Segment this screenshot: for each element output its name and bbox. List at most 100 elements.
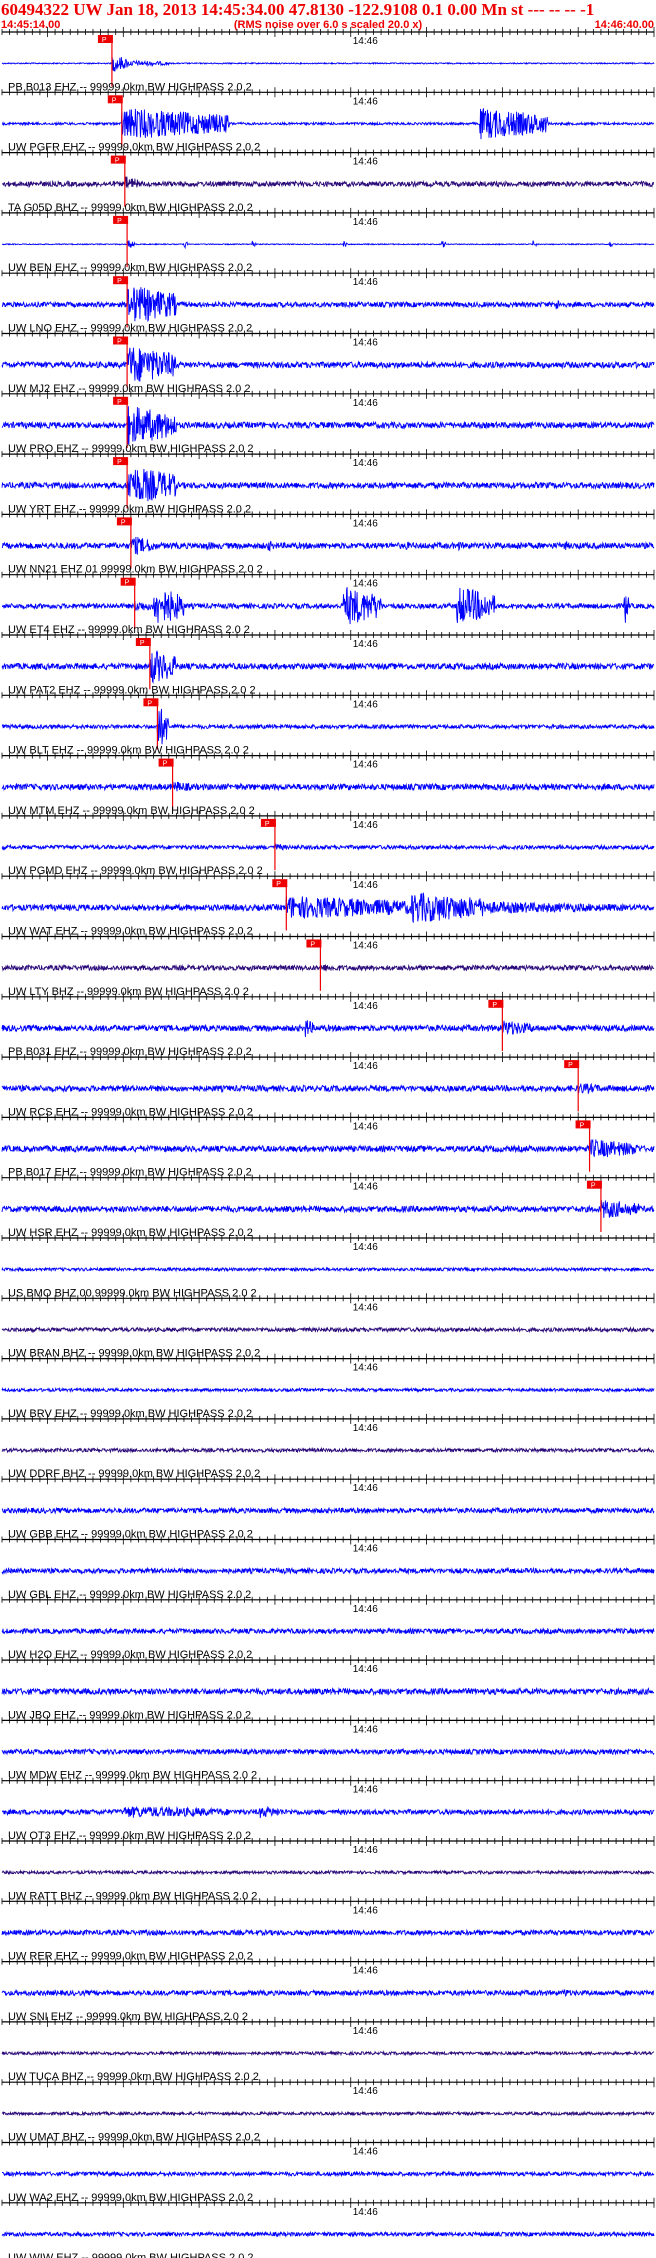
trace-row: 14:46UW WIW EHZ -- 99999.0km BW HIGHPASS… (8, 2252, 254, 2258)
pick-label: P (117, 339, 122, 346)
station-label: UW H2O EHZ -- 99999.0km BW HIGHPASS 2.0 … (8, 1649, 252, 1661)
station-label: UW BEN EHZ -- 99999.0km BW HIGHPASS 2.0 … (8, 262, 252, 274)
minute-label: 14:46 (353, 2086, 378, 2097)
minute-label: 14:46 (353, 1121, 378, 1132)
minute-label: 14:46 (353, 217, 378, 228)
minute-label: 14:46 (353, 820, 378, 831)
pick-label: P (147, 700, 152, 707)
pick-label: P (492, 1002, 497, 1009)
waveform (1, 1566, 655, 1576)
minute-label: 14:46 (353, 157, 378, 168)
trace-row: 14:46 UW RCS EHZ -- 99999.0km BW HIGHPASS… (1, 1106, 655, 1172)
waveform (1, 1386, 655, 1394)
trace-row: 14:46 UW WA2 EHZ -- 99999.0km BW HIGHPASS… (1, 2192, 655, 2238)
minute-label: 14:46 (353, 277, 378, 288)
waveform (1, 468, 655, 502)
pick-label: P (117, 459, 122, 466)
trace-row: 14:46 UW HSR EHZ -- 99999.0km BW HIGHPASS… (1, 1227, 655, 1273)
minute-label: 14:46 (353, 1544, 378, 1555)
waveform (1, 1686, 654, 1697)
minute-label: 14:46 (353, 1604, 378, 1615)
minute-label: 14:46 (353, 338, 378, 349)
pick-label: P (125, 580, 130, 587)
waveform (1, 1627, 655, 1636)
station-label: UW LTY BHZ -- 99999.0km BW HIGHPASS 2.0 … (8, 986, 249, 998)
minute-label: 14:46 (353, 941, 378, 952)
minute-label: 14:46 (353, 1363, 378, 1374)
trace-row: 14:46 UW OT3 EHZ -- 99999.0km BW HIGHPASS… (1, 1830, 655, 1876)
station-label: UW BRAN BHZ -- 99999.0km BW HIGHPASS 2.0… (8, 1348, 260, 1360)
pick-label: P (117, 278, 122, 285)
station-label: UW RATT BHZ -- 99999.0km BW HIGHPASS 2.0… (8, 1890, 257, 1902)
trace-row: 14:46 UW LTY BHZ -- 99999.0km BW HIGHPASS… (1, 986, 655, 1052)
station-label: UW DDRF BHZ -- 99999.0km BW HIGHPASS 2.0… (8, 1468, 260, 1480)
waveform (1, 536, 655, 556)
waveform (1, 587, 655, 625)
waveform (1, 176, 655, 189)
minute-label: 14:46 (353, 1001, 378, 1012)
station-label: UW PGFR EHZ -- 99999.0km BW HIGHPASS 2.0… (8, 142, 260, 154)
minute-label: 14:46 (353, 1483, 378, 1494)
waveform (1, 708, 655, 745)
waveform (1, 1506, 655, 1515)
waveform (1, 781, 655, 792)
station-label: UW RER EHZ -- 99999.0km BW HIGHPASS 2.0 … (8, 1951, 253, 1963)
station-label: UW MJ2 EHZ -- 99999.0km BW HIGHPASS 2.0 … (8, 383, 250, 395)
pick-label: P (121, 519, 126, 526)
waveform (1, 1446, 655, 1454)
waveform (1, 1869, 655, 1876)
station-label: UW MDW EHZ -- 99999.0km BW HIGHPASS 2.0 … (8, 1770, 257, 1782)
trace-row: 14:46 P (1, 27, 655, 87)
trace-row: 14:46 UW RATT BHZ -- 99999.0km BW HIGHPAS… (1, 1890, 655, 1937)
station-label: PB B017 EHZ -- 99999.0km BW HIGHPASS 2.0… (8, 1167, 252, 1179)
waveform (1, 843, 655, 851)
trace-row: 14:46 UW LNO EHZ -- 99999.0km BW HIGHPASS… (1, 323, 655, 388)
trace-row: 14:46 UW ET4 EHZ -- 99999.0km BW HIGHPASS… (1, 624, 655, 690)
minute-label: 14:46 (353, 1242, 378, 1253)
pick-label: P (117, 399, 122, 406)
waveform (1, 1988, 655, 1998)
trace-row: 14:46 TA G05D BHZ -- 99999.0km BW HIGHPAS… (1, 202, 655, 268)
minute-label: 14:46 (353, 1724, 378, 1735)
minute-label: 14:46 (353, 760, 378, 771)
pick-label: P (102, 37, 107, 44)
station-label: UW PRO EHZ -- 99999.0km BW HIGHPASS 2.0 … (8, 443, 254, 455)
minute-label: 14:46 (353, 1966, 378, 1977)
trace-row: 14:46 UW BRAN BHZ -- 99999.0km BW HIGHPAS… (1, 1348, 655, 1394)
trace-row: 14:46 UW WAT EHZ -- 99999.0km BW HIGHPASS… (1, 926, 655, 991)
trace-row: 14:46 UW BRV EHZ -- 99999.0km BW HIGHPASS… (1, 1408, 655, 1454)
waveform (1, 2050, 655, 2057)
waveform (1, 108, 655, 140)
pick-label: P (591, 1183, 596, 1190)
trace-row: 14:46 UW BEN EHZ -- 99999.0km BW HIGHPASS… (1, 262, 655, 328)
waveform (1, 1082, 655, 1095)
waveform (2, 2170, 655, 2178)
minute-label: 14:46 (353, 2147, 378, 2158)
waveform (1, 1325, 655, 1334)
station-label: UW NN21 EHZ 01 99999.0km BW HIGHPASS 2.0… (8, 564, 263, 576)
waveform (1, 650, 655, 685)
trace-row: 14:46 PB B013 EHZ -- 99999.0km BW HIGHPAS… (1, 81, 655, 147)
waveform (1, 57, 655, 72)
waveform (1, 240, 655, 250)
minute-label: 14:46 (353, 1302, 378, 1313)
waveform (1, 2230, 655, 2238)
trace-row: 14:46 UW JBO EHZ -- 99999.0km BW HIGHPASS… (1, 1709, 655, 1756)
station-label: UW BLT EHZ -- 99999.0km BW HIGHPASS 2.0 … (8, 745, 249, 757)
station-label: US BMO BHZ 00 99999.0km BW HIGHPASS 2.0 … (8, 1287, 257, 1299)
station-label: UW BRV EHZ -- 99999.0km BW HIGHPASS 2.0 … (8, 1408, 252, 1420)
trace-row: 14:46 UW PGFR EHZ -- 99999.0km BW HIGHPAS… (1, 142, 655, 207)
minute-label: 14:46 (353, 699, 378, 710)
minute-label: 14:46 (353, 96, 378, 107)
trace-row: 14:46 UW RER EHZ -- 99999.0km BW HIGHPASS… (1, 1951, 655, 1998)
minute-label: 14:46 (353, 518, 378, 529)
minute-label: 14:46 (353, 2026, 378, 2037)
trace-row: 14:46 UW MTM EHZ -- 99999.0km BW HIGHPASS… (1, 805, 655, 871)
station-label: UW GBB EHZ -- 99999.0km BW HIGHPASS 2.0 … (8, 1529, 253, 1541)
minute-label: 14:46 (353, 1845, 378, 1856)
trace-row: 14:46 UW MJ2 EHZ -- 99999.0km BW HIGHPASS… (1, 383, 655, 449)
minute-label: 14:46 (353, 1785, 378, 1796)
station-label: UW RCS EHZ -- 99999.0km BW HIGHPASS 2.0 … (8, 1106, 253, 1118)
minute-label: 14:46 (353, 2207, 378, 2218)
trace-row: 14:46 UW DDRF BHZ -- 99999.0km BW HIGHPAS… (1, 1468, 655, 1515)
